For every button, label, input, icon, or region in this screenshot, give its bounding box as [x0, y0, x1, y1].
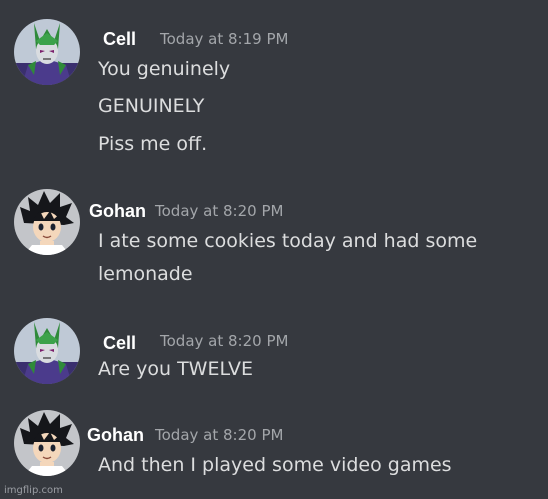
cell-avatar-icon[interactable] [14, 318, 80, 384]
timestamp: Today at 8:20 PM [155, 426, 284, 444]
gohan-avatar-icon[interactable] [14, 410, 80, 476]
cell-avatar-icon[interactable] [14, 19, 80, 85]
message-text: And then I played some video games [98, 454, 452, 476]
timestamp: Today at 8:20 PM [155, 202, 284, 220]
gohan-avatar-icon[interactable] [14, 189, 80, 255]
message-text: Piss me off. [98, 133, 208, 155]
watermark: imgflip.com [4, 485, 63, 496]
message-text: lemonade [98, 263, 193, 285]
message-text: You genuinely [98, 58, 231, 80]
timestamp: Today at 8:19 PM [160, 30, 289, 48]
message-text: GENUINELY [98, 95, 205, 117]
message-text: Are you TWELVE [98, 358, 253, 380]
author-name[interactable]: Gohan [89, 201, 146, 222]
message-text: I ate some cookies today and had some [98, 230, 478, 252]
timestamp: Today at 8:20 PM [160, 332, 289, 350]
author-name[interactable]: Cell [103, 29, 136, 50]
author-name[interactable]: Cell [103, 333, 136, 354]
author-name[interactable]: Gohan [87, 425, 144, 446]
